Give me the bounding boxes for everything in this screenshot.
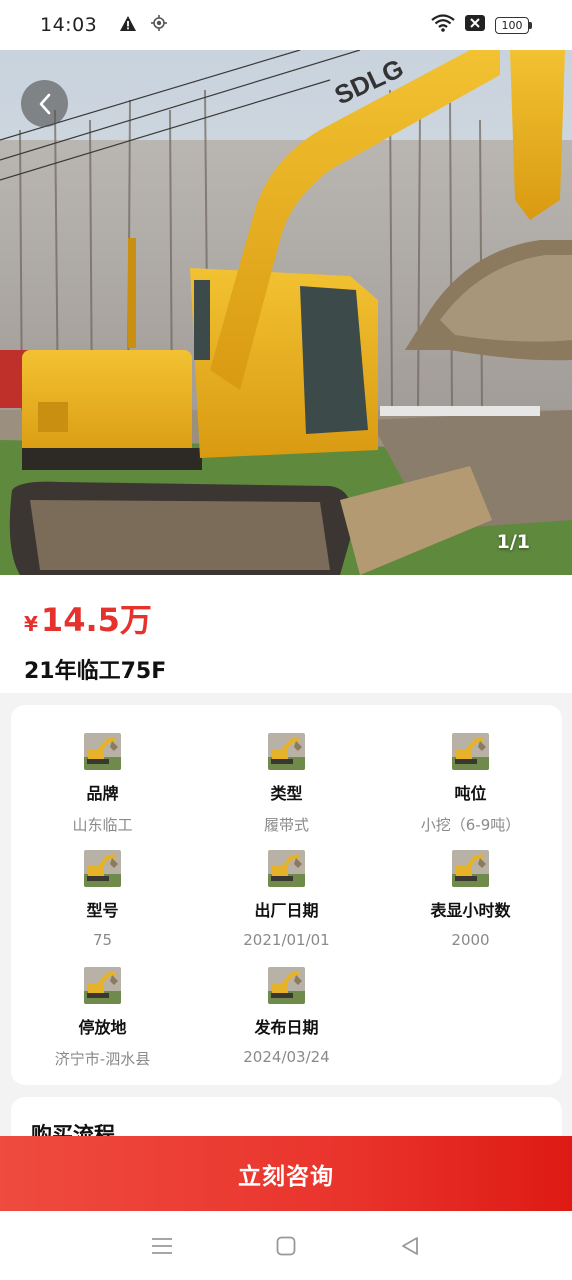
sim-off-icon bbox=[465, 15, 485, 35]
system-nav-bar bbox=[0, 1211, 572, 1280]
excavator-thumbnail-icon bbox=[452, 850, 489, 887]
spec-item: 品牌 山东临工 bbox=[11, 733, 194, 835]
spec-label: 型号 bbox=[86, 901, 119, 920]
spec-value: 2000 bbox=[451, 931, 490, 949]
menu-icon[interactable] bbox=[142, 1226, 182, 1266]
spec-item: 发布日期 2024/03/24 bbox=[195, 967, 378, 1066]
spec-item: 出厂日期 2021/01/01 bbox=[195, 850, 378, 949]
chevron-left-icon bbox=[39, 93, 50, 114]
status-time: 14:03 bbox=[40, 14, 98, 36]
spec-value: 小挖（6-9吨） bbox=[420, 816, 521, 834]
spec-item: 吨位小挖（6-9吨） bbox=[379, 733, 562, 835]
spec-label: 发布日期 bbox=[254, 1018, 319, 1037]
spec-item: 类型 履带式 bbox=[195, 733, 378, 835]
spec-value: 济宁市-泗水县 bbox=[54, 1050, 151, 1068]
excavator-thumbnail-icon bbox=[84, 850, 121, 887]
spec-label: 吨位 bbox=[454, 784, 487, 803]
consult-now-label: 立刻咨询 bbox=[238, 1163, 334, 1190]
consult-now-button[interactable]: 立刻咨询 bbox=[0, 1136, 572, 1211]
wifi-icon bbox=[431, 14, 455, 36]
price-symbol: ¥ bbox=[24, 612, 38, 636]
spec-label: 表显小时数 bbox=[430, 901, 511, 920]
price: ¥ 14.5万 bbox=[24, 595, 548, 641]
location-icon bbox=[151, 15, 168, 35]
image-counter: 1/1 bbox=[496, 531, 530, 553]
excavator-photo: SDLG bbox=[0, 50, 572, 575]
excavator-thumbnail-icon bbox=[452, 733, 489, 770]
spec-item: 停放地济宁市-泗水县 bbox=[11, 967, 194, 1069]
spec-label: 类型 bbox=[270, 784, 303, 803]
status-bar: 14:03 100 bbox=[0, 0, 572, 50]
hero-image-gallery[interactable]: SDLG 1/1 bbox=[0, 50, 572, 575]
spec-item: 型号 75 bbox=[11, 850, 194, 949]
excavator-thumbnail-icon bbox=[268, 967, 305, 1004]
spec-label: 停放地 bbox=[78, 1018, 127, 1037]
specs-card: 品牌 山东临工 类型 履带式 吨位 小挖（6-9吨） 型号 75 出厂日期 2021/01/01 表… bbox=[11, 705, 562, 1085]
home-icon[interactable] bbox=[266, 1226, 306, 1266]
battery-icon: 100 bbox=[495, 16, 532, 34]
price-section: ¥ 14.5万 21年临工75F bbox=[0, 575, 572, 693]
excavator-thumbnail-icon bbox=[84, 967, 121, 1004]
excavator-thumbnail-icon bbox=[84, 733, 121, 770]
excavator-thumbnail-icon bbox=[268, 850, 305, 887]
product-title: 21年临工75F bbox=[24, 659, 167, 684]
excavator-thumbnail-icon bbox=[268, 733, 305, 770]
spec-value: 75 bbox=[92, 931, 113, 949]
spec-value: 山东临工 bbox=[72, 816, 133, 834]
spec-item: 表显小时数 2000 bbox=[379, 850, 562, 949]
price-value: 14.5万 bbox=[40, 601, 152, 639]
warning-icon bbox=[119, 15, 137, 36]
spec-label: 出厂日期 bbox=[254, 901, 319, 920]
spec-value: 2021/01/01 bbox=[243, 931, 330, 949]
spec-label: 品牌 bbox=[86, 784, 119, 803]
back-button[interactable] bbox=[21, 80, 68, 127]
back-icon[interactable] bbox=[390, 1226, 430, 1266]
spec-value: 履带式 bbox=[263, 816, 309, 834]
spec-value: 2024/03/24 bbox=[243, 1048, 330, 1066]
